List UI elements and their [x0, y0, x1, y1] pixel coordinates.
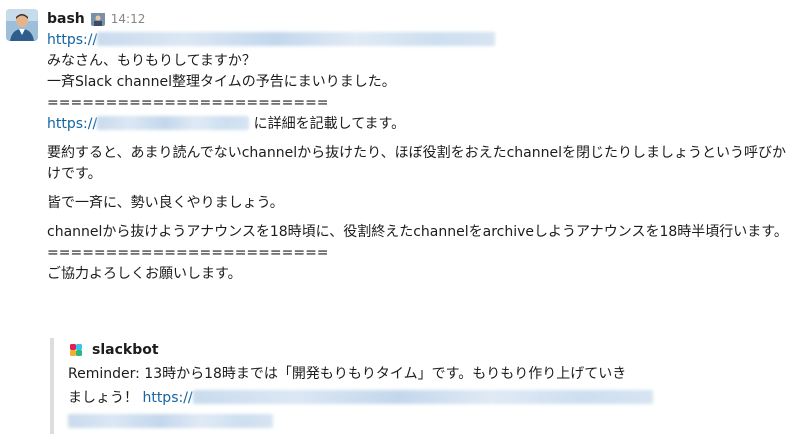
reminder-link-line: ましょう！ https://: [68, 386, 768, 410]
detail-line: https:// に詳細を記載してます。: [47, 114, 792, 135]
message-link[interactable]: https://: [47, 32, 97, 48]
timestamp[interactable]: 14:12: [111, 12, 146, 26]
detail-text: に詳細を記載してます。: [253, 116, 406, 132]
reminder-link-cont: [68, 410, 768, 434]
blurred-url: [68, 414, 273, 428]
closing-text: ご協力よろしくお願いします。: [47, 266, 242, 282]
blurred-url: [97, 32, 496, 46]
attachment: slackbot Reminder: 13時から18時までは「開発もりもりタイム…: [50, 338, 768, 434]
blurred-url: [192, 390, 653, 404]
link-line: https://: [47, 30, 792, 51]
detail-link[interactable]: https://: [47, 116, 97, 132]
greeting-text: みなさん、もりもりしてますか？: [47, 53, 256, 69]
schedule-text: channelから抜けようアナウンスを18時頃に、役割終えたchannelをar…: [47, 224, 788, 240]
summary-text: 要約すると、あまり読んでないchannelから抜けたり、ほぼ役割をおえたchan…: [47, 145, 786, 182]
announce-text: 一斉Slack channel整理タイムの予告にまいりました。: [47, 74, 396, 90]
reminder-link[interactable]: https://: [142, 390, 192, 406]
reminder-text: Reminder: 13時から18時までは「開発もりもりタイム」です。もりもり作…: [68, 366, 627, 382]
bot-name[interactable]: slackbot: [92, 342, 159, 358]
attachment-header: slackbot: [68, 338, 768, 362]
blurred-url: [97, 116, 250, 130]
reminder-text-cont: ましょう！: [68, 390, 138, 406]
message: bash 14:12 https:// みなさん、もりもりしてますか？ 一斉Sl…: [47, 8, 792, 285]
slackbot-icon: [68, 342, 84, 358]
cheer-text: 皆で一斉に、勢い良くやりましょう。: [47, 195, 284, 211]
author-name[interactable]: bash: [47, 11, 85, 27]
user-status-icon: [90, 12, 105, 26]
divider-text: ========================: [47, 245, 329, 261]
divider-text: ========================: [47, 95, 329, 111]
message-header: bash 14:12: [47, 8, 792, 30]
avatar[interactable]: [6, 9, 38, 41]
